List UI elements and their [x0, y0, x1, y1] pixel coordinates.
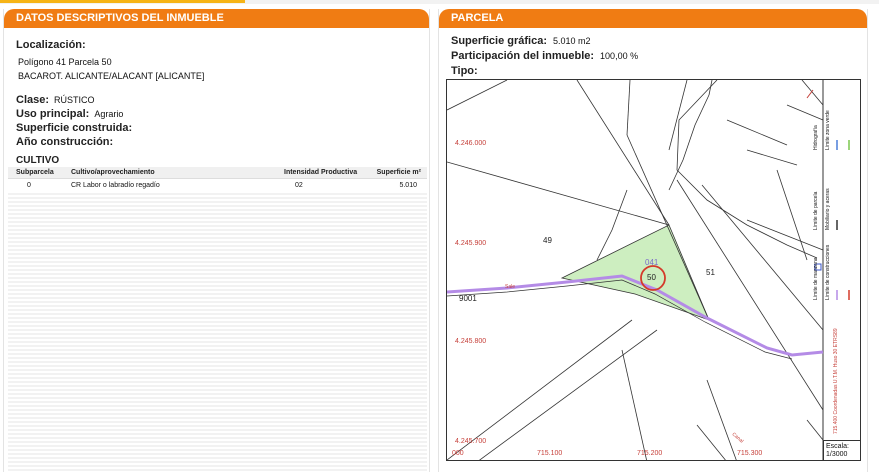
datos-descriptivos-header: DATOS DESCRIPTIVOS DEL INMUEBLE [4, 9, 429, 28]
col-superficie: Superficie m² [376, 169, 421, 176]
superficie-grafica-row: Superficie gráfica: 5.010 m2 [451, 33, 638, 48]
cadastral-map[interactable]: 4.246.000 4.245.900 4.245.800 4.245.700 … [446, 79, 861, 461]
superficie-construida-label: Superficie construida: [16, 122, 133, 134]
cultivo-table-header: Subparcela Cultivo/aprovechamiento Inten… [8, 167, 427, 179]
datos-descriptivos-panel: DATOS DESCRIPTIVOS DEL INMUEBLE Localiza… [3, 9, 430, 472]
parcela-panel: PARCELA Superficie gráfica: 5.010 m2 Part… [438, 9, 868, 472]
uso-label: Uso principal: [16, 108, 90, 120]
coord-y-2: 4.245.900 [455, 240, 487, 247]
map-drawing [447, 80, 850, 460]
tipo-label: Tipo: [451, 65, 478, 77]
clase-value: RÚSTICO [54, 95, 95, 105]
col-intensidad: Intensidad Productiva [284, 169, 358, 176]
escala-value: 1/3000 [826, 451, 848, 458]
legend-mobiliario: Mobiliario y aceras [825, 188, 831, 230]
superficie-grafica-value: 5.010 m2 [552, 36, 591, 46]
superficie-grafica-label: Superficie gráfica: [451, 35, 547, 47]
parcela-header: PARCELA [439, 9, 867, 28]
escala-box: Escala: 1/3000 [823, 440, 860, 460]
parcel-label-50: 50 [647, 273, 656, 282]
parcela-info: Superficie gráfica: 5.010 m2 Participació… [451, 33, 638, 78]
cell-superficie: 5.010 [399, 182, 417, 189]
cultivo-table: Subparcela Cultivo/aprovechamiento Inten… [8, 167, 427, 472]
coord-x-edge: 000 [452, 450, 464, 457]
parcel-label-49: 49 [543, 236, 552, 245]
cell-intensidad: 02 [295, 182, 303, 189]
superficie-construida-row: Superficie construida: [16, 122, 137, 134]
localizacion-line-1: Polígono 41 Parcela 50 [18, 57, 112, 67]
clase-label: Clase: [16, 94, 50, 106]
col-subparcela: Subparcela [16, 169, 54, 176]
participacion-value: 100,00 % [600, 51, 639, 61]
road-small-label: Sale [505, 284, 516, 290]
localizacion-label: Localización: [16, 39, 86, 51]
cell-subparcela: 0 [27, 182, 31, 189]
coord-x-2: 715.200 [637, 450, 663, 457]
escala-label: Escala: [826, 443, 849, 450]
tipo-row: Tipo: [451, 63, 638, 78]
uso-row: Uso principal: Agrario [16, 108, 123, 120]
coord-x-3: 715.300 [737, 450, 763, 457]
cultivo-title: CULTIVO [16, 155, 60, 166]
table-row: 0 CR Labor o labradío regadío 02 5.010 [8, 179, 427, 193]
coord-y-4: 4.245.700 [455, 438, 487, 445]
legend-limite-construcciones: Límite de construcciones [825, 244, 831, 300]
participacion-label: Participación del inmueble: [451, 50, 595, 62]
legend-zona-verde: Límite zona verde [825, 110, 831, 150]
localizacion-line-2: BACAROT. ALICANTE/ALACANT [ALICANTE] [18, 71, 205, 81]
localizacion-block: Localización: Polígono 41 Parcela 50 BAC… [16, 39, 204, 83]
ano-construccion-label: Año construcción: [16, 136, 114, 148]
legend-hidrografia: Hidrografía [813, 125, 819, 150]
participacion-row: Participación del inmueble: 100,00 % [451, 48, 638, 63]
road-label: 9001 [459, 294, 477, 303]
coord-x-1: 715.100 [537, 450, 563, 457]
coord-y-3: 4.245.800 [455, 338, 487, 345]
col-cultivo: Cultivo/aprovechamiento [71, 169, 155, 176]
ano-construccion-row: Año construcción: [16, 136, 118, 148]
legend-limite-parcela: Límite de parcela [813, 191, 819, 230]
legend-coords-note: 715.400 Coordenadas U.T.M. Huso 30 ETRS8… [833, 328, 839, 434]
clase-row: Clase: RÚSTICO [16, 94, 95, 106]
parcel-label-51: 51 [706, 268, 715, 277]
coord-y-1: 4.246.000 [455, 140, 487, 147]
cell-cultivo: CR Labor o labradío regadío [71, 182, 160, 189]
top-accent-bar [0, 0, 245, 3]
uso-value: Agrario [94, 109, 124, 119]
legend-limite-manzana: Límite de manzana [813, 257, 819, 300]
parcel-sub-label: 041 [645, 258, 659, 267]
